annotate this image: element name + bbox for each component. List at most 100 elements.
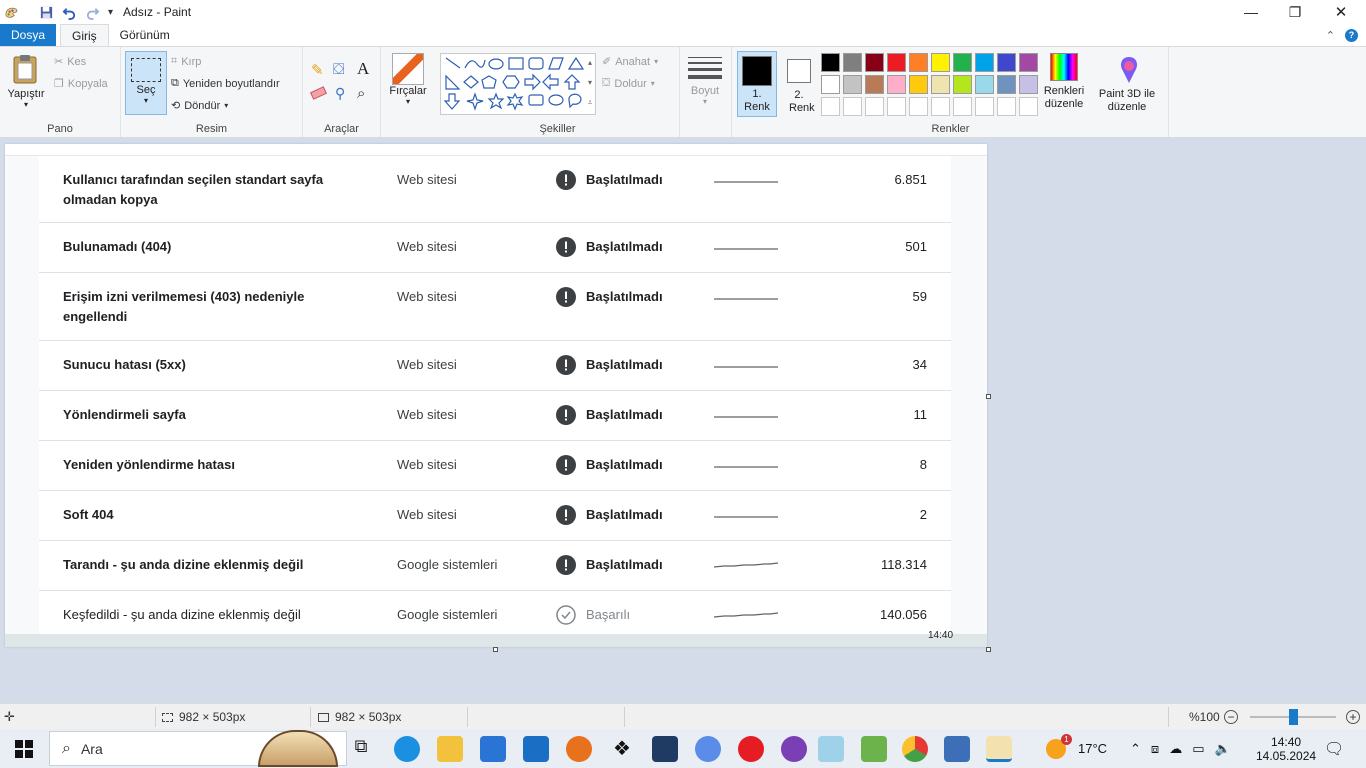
store-icon[interactable] — [480, 736, 506, 762]
undo-icon[interactable] — [62, 5, 77, 20]
table-row[interactable]: Yönlendirmeli sayfa Web sitesi Başlatılmad… — [39, 391, 951, 441]
custom-color-slot[interactable] — [975, 97, 994, 116]
palette-swatch[interactable] — [909, 75, 928, 94]
size-button[interactable]: Boyut ▾ — [688, 55, 722, 106]
task-manager-icon[interactable] — [861, 736, 887, 762]
battery-icon[interactable]: ▭ — [1192, 741, 1204, 757]
palette-swatch[interactable] — [953, 75, 972, 94]
palette-swatch[interactable] — [887, 75, 906, 94]
text-tool-icon[interactable]: A — [357, 59, 369, 79]
table-row[interactable]: Soft 404 Web sitesi Başlatılmadı 2 — [39, 491, 951, 541]
tab-view[interactable]: Görünüm — [109, 24, 181, 46]
meet-now-icon[interactable]: ⧈ — [1151, 741, 1159, 757]
palette-swatch[interactable] — [843, 75, 862, 94]
table-row[interactable]: Bulunamadı (404) Web sitesi Başlatılmadı 50… — [39, 223, 951, 273]
palette-swatch[interactable] — [865, 75, 884, 94]
zoom-slider[interactable] — [1250, 709, 1336, 725]
custom-color-slot[interactable] — [1019, 97, 1038, 116]
palette-swatch[interactable] — [931, 53, 950, 72]
weather-widget[interactable]: 1 17°C — [1046, 729, 1107, 768]
zoom-in-button[interactable]: + — [1346, 704, 1360, 730]
resize-handle-corner[interactable] — [986, 647, 991, 652]
collapse-ribbon-icon[interactable]: ⌃ — [1326, 29, 1335, 42]
palette-swatch[interactable] — [997, 53, 1016, 72]
mail-icon[interactable] — [523, 736, 549, 762]
palette-swatch[interactable] — [975, 53, 994, 72]
palette-swatch[interactable] — [821, 75, 840, 94]
save-icon[interactable] — [39, 5, 54, 20]
chrome-icon[interactable] — [902, 736, 928, 762]
edit-colors-button[interactable]: Renkleri düzenle — [1041, 53, 1087, 111]
outline-button[interactable]: ✐ Anahat ▾ — [602, 55, 658, 69]
customize-quick-access-icon[interactable]: ▾ — [108, 7, 113, 18]
palette-swatch[interactable] — [975, 75, 994, 94]
palette-swatch[interactable] — [1019, 53, 1038, 72]
paint-app-icon[interactable] — [4, 5, 19, 20]
eraser-icon[interactable] — [310, 86, 327, 100]
copy-button[interactable]: ❐ Kopyala — [54, 77, 108, 91]
dropbox-icon[interactable]: ❖ — [609, 736, 635, 762]
zoom-slider-thumb[interactable] — [1289, 709, 1298, 725]
shapes-scroll[interactable]: ▴ ▾ ⩡ — [584, 53, 596, 115]
resize-handle-right[interactable] — [986, 394, 991, 399]
brushes-button[interactable]: Fırçalar ▾ — [384, 53, 432, 106]
table-row[interactable]: Erişim izni verilmemesi (403) nedeniyle … — [39, 273, 951, 341]
palette-swatch[interactable] — [887, 53, 906, 72]
onedrive-icon[interactable]: ☁ — [1169, 741, 1182, 757]
close-button[interactable]: ✕ — [1318, 0, 1364, 24]
zoom-out-button[interactable]: − — [1224, 704, 1238, 730]
clock[interactable]: 14:40 14.05.2024 — [1256, 729, 1316, 768]
custom-color-slot[interactable] — [865, 97, 884, 116]
custom-color-slot[interactable] — [843, 97, 862, 116]
rotate-button[interactable]: ⟲ Döndür ▾ — [171, 99, 228, 113]
pencil-icon[interactable]: ✎ — [311, 61, 324, 79]
custom-color-slot[interactable] — [821, 97, 840, 116]
custom-color-slot[interactable] — [997, 97, 1016, 116]
copilot-icon[interactable] — [695, 736, 721, 762]
palette-swatch[interactable] — [821, 53, 840, 72]
tab-home[interactable]: Giriş — [60, 24, 109, 46]
cut-button[interactable]: ✂ Kes — [54, 55, 86, 69]
table-row[interactable]: Tarandı - şu anda dizine eklenmiş değil G… — [39, 541, 951, 591]
color-picker-icon[interactable]: ⚲ — [335, 85, 345, 102]
task-view-icon[interactable]: ⧉ — [348, 736, 374, 762]
table-row[interactable]: Sunucu hatası (5xx) Web sitesi Başlatılmad… — [39, 341, 951, 391]
resize-handle-bottom[interactable] — [493, 647, 498, 652]
custom-color-slot[interactable] — [953, 97, 972, 116]
palette-swatch[interactable] — [931, 75, 950, 94]
firefox-icon[interactable] — [566, 736, 592, 762]
drawing-canvas[interactable]: Kullanıcı tarafından seçilen standart sa… — [5, 144, 987, 647]
notification-icon[interactable]: 🗨 — [1324, 729, 1344, 768]
show-hidden-icons[interactable]: ⌃ — [1130, 741, 1141, 757]
table-row[interactable]: Yeniden yönlendirme hatası Web sitesi Başl… — [39, 441, 951, 491]
palette-swatch[interactable] — [843, 53, 862, 72]
file-explorer-icon[interactable] — [437, 736, 463, 762]
crop-button[interactable]: ⌗ Kırp — [171, 55, 201, 68]
minimize-button[interactable]: — — [1228, 0, 1274, 24]
color1-button[interactable]: 1. Renk — [737, 51, 777, 117]
network-app-icon[interactable] — [944, 736, 970, 762]
paste-button[interactable]: Yapıştır ▾ — [4, 53, 48, 109]
paint3d-button[interactable]: Paint 3D ile düzenle — [1096, 55, 1162, 114]
volume-icon[interactable]: 🔈 — [1214, 741, 1230, 757]
help-icon[interactable]: ? — [1345, 28, 1358, 42]
palette-swatch[interactable] — [909, 53, 928, 72]
windows-start-icon[interactable] — [15, 740, 33, 758]
paint-taskbar-icon[interactable] — [986, 736, 1012, 762]
select-button[interactable]: Seç ▾ — [125, 51, 167, 115]
tab-file[interactable]: Dosya — [0, 24, 56, 46]
palette-swatch[interactable] — [953, 53, 972, 72]
magnifier-icon[interactable]: ⌕ — [357, 85, 365, 102]
b-app-icon[interactable] — [652, 736, 678, 762]
maximize-button[interactable]: ❐ — [1272, 0, 1318, 24]
resize-button[interactable]: ⧉ Yeniden boyutlandır — [171, 77, 280, 90]
shapes-gallery[interactable] — [440, 53, 596, 115]
fill-button[interactable]: ⛋ Doldur ▾ — [602, 77, 655, 90]
custom-color-slot[interactable] — [909, 97, 928, 116]
palette-swatch[interactable] — [865, 53, 884, 72]
tor-browser-icon[interactable] — [781, 736, 807, 762]
palette-swatch[interactable] — [1019, 75, 1038, 94]
edge-icon[interactable] — [394, 736, 420, 762]
fill-bucket-icon[interactable]: ⛋ — [333, 61, 344, 78]
color2-button[interactable]: 2. Renk — [781, 55, 817, 115]
